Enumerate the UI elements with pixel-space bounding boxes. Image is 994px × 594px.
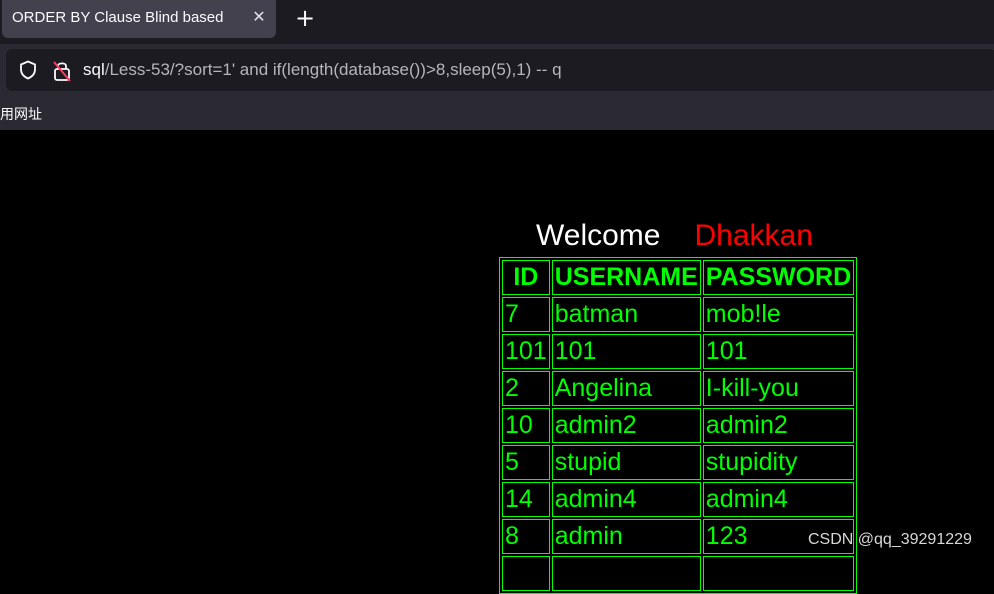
- cell-id: 14: [502, 482, 550, 517]
- nav-bar: sql/Less-53/?sort=1' and if(length(datab…: [0, 44, 994, 98]
- tab-title: ORDER BY Clause Blind based: [12, 9, 224, 26]
- table-row: 7 batman mob!le: [502, 297, 855, 332]
- user-name: Dhakkan: [694, 219, 813, 252]
- close-icon[interactable]: ✕: [249, 6, 269, 28]
- url-host: sql: [83, 60, 105, 79]
- cell-username: 101: [551, 334, 701, 369]
- cell-id: 8: [502, 519, 550, 554]
- table-row: 5 stupid stupidity: [502, 445, 855, 480]
- insecure-lock-icon[interactable]: [52, 60, 72, 82]
- column-header-password: PASSWORD: [702, 260, 855, 295]
- table-row: 2 Angelina I-kill-you: [502, 371, 855, 406]
- table-row: 14 admin4 admin4: [502, 482, 855, 517]
- cell-username: Angelina: [551, 371, 701, 406]
- cell-id: 7: [502, 297, 550, 332]
- welcome-heading: Welcome Dhakkan: [536, 219, 813, 253]
- table-header-row: ID USERNAME PASSWORD: [502, 260, 855, 295]
- url-text[interactable]: sql/Less-53/?sort=1' and if(length(datab…: [83, 60, 562, 80]
- cell-password: admin2: [702, 408, 855, 443]
- cell-username: admin2: [551, 408, 701, 443]
- tab-bar: ORDER BY Clause Blind based ✕ +: [0, 0, 994, 44]
- bookmark-common-sites[interactable]: 常用网址: [0, 104, 42, 124]
- cell-password: stupidity: [702, 445, 855, 480]
- cell-password: I-kill-you: [702, 371, 855, 406]
- csdn-watermark: CSDN @qq_39291229: [808, 531, 972, 548]
- cell-username: [551, 556, 701, 591]
- cell-username: admin: [551, 519, 701, 554]
- cell-username: batman: [551, 297, 701, 332]
- cell-id: 2: [502, 371, 550, 406]
- table-row: 101 101 101: [502, 334, 855, 369]
- cell-username: stupid: [551, 445, 701, 480]
- users-table: ID USERNAME PASSWORD 7 batman mob!le 101…: [499, 257, 858, 594]
- bookmarks-bar: 常用网址: [0, 98, 994, 130]
- cell-password: mob!le: [702, 297, 855, 332]
- cell-password: [702, 556, 855, 591]
- active-tab[interactable]: ORDER BY Clause Blind based ✕: [2, 0, 276, 38]
- cell-id: 10: [502, 408, 550, 443]
- table-row: 10 admin2 admin2: [502, 408, 855, 443]
- address-bar[interactable]: sql/Less-53/?sort=1' and if(length(datab…: [6, 49, 994, 91]
- cell-password: 101: [702, 334, 855, 369]
- column-header-id: ID: [502, 260, 550, 295]
- new-tab-button[interactable]: +: [292, 5, 318, 31]
- table-row: [502, 556, 855, 591]
- shield-icon[interactable]: [18, 60, 38, 80]
- table-row: 8 admin 123: [502, 519, 855, 554]
- cell-id: 5: [502, 445, 550, 480]
- column-header-username: USERNAME: [551, 260, 701, 295]
- cell-id: [502, 556, 550, 591]
- cell-password: admin4: [702, 482, 855, 517]
- url-path: /Less-53/?sort=1' and if(length(database…: [104, 60, 562, 79]
- cell-username: admin4: [551, 482, 701, 517]
- cell-id: 101: [502, 334, 550, 369]
- welcome-text: Welcome: [536, 219, 661, 252]
